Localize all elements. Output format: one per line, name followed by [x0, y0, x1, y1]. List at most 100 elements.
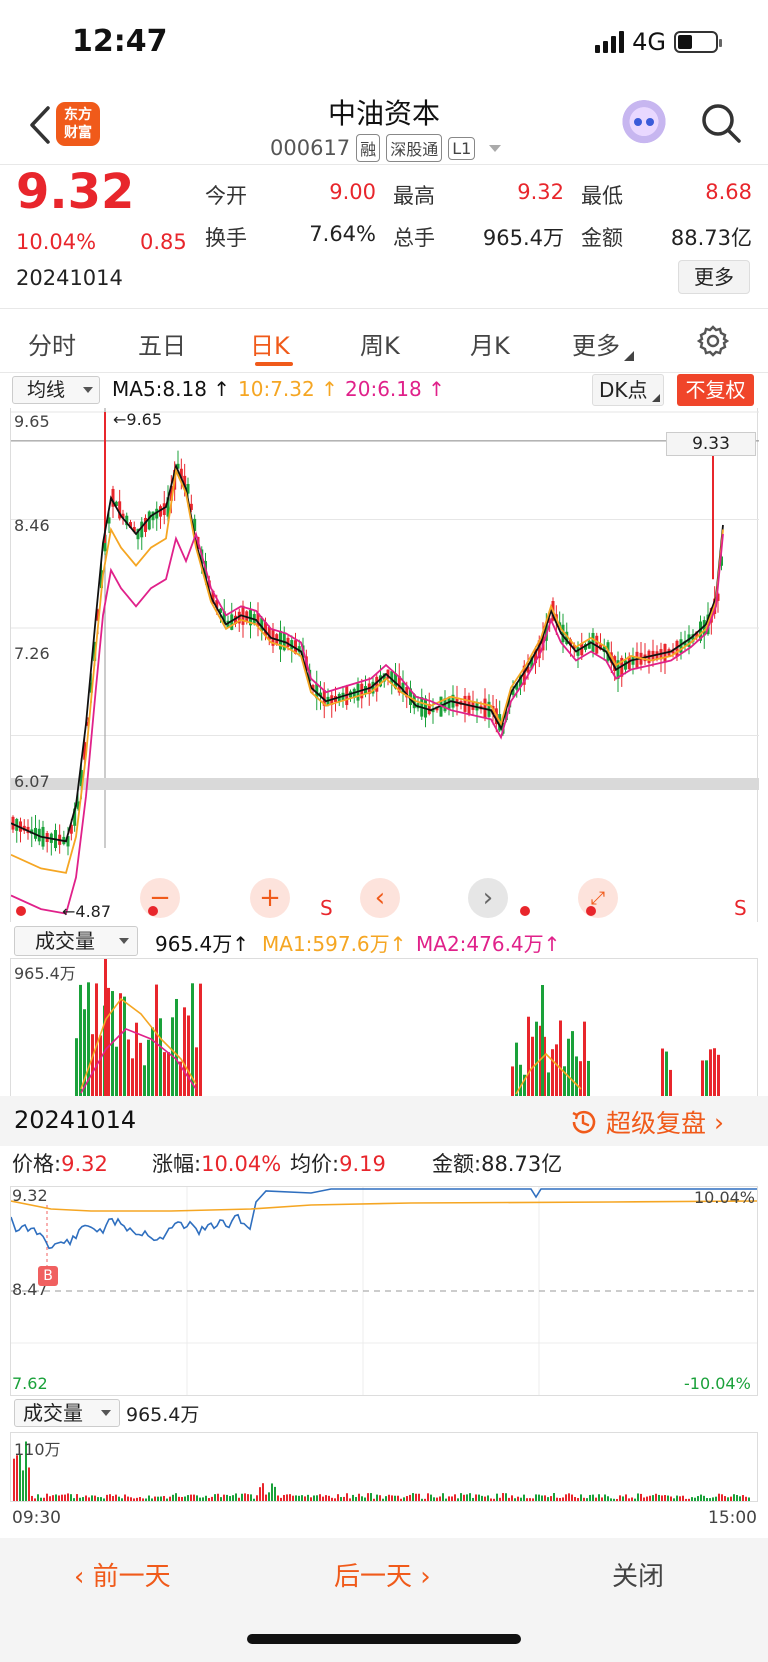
status-time: 12:47 [72, 24, 168, 59]
volume-bar [123, 996, 126, 1097]
volume-bar [183, 1007, 186, 1097]
stock-subtitle[interactable]: 000617 融 深股通 L1 [270, 134, 502, 162]
intraday-volume-bar [175, 1493, 177, 1501]
intraday-volume-bar [64, 1494, 66, 1501]
volume-chart[interactable] [10, 958, 758, 1097]
tab-weekly-k[interactable]: 周K [360, 326, 400, 361]
scroll-left-button[interactable]: ‹ [360, 878, 400, 918]
detail-date: 20241014 [14, 1106, 137, 1134]
volume-bar [709, 1049, 712, 1097]
intraday-volume-bar [67, 1493, 69, 1501]
intraday-volume-bar [448, 1496, 450, 1501]
intraday-volume-bar [214, 1494, 216, 1501]
intraday-volume-bar [85, 1495, 87, 1501]
search-icon[interactable] [700, 102, 742, 144]
zoom-in-button[interactable]: + [250, 878, 290, 918]
intraday-volume-bar [229, 1496, 231, 1501]
intraday-volume-bar [154, 1496, 156, 1501]
intraday-volume-bar [382, 1498, 384, 1501]
intraday-volume-bar [568, 1493, 570, 1501]
intraday-volume-bar [295, 1495, 297, 1501]
intraday-volume-bar [445, 1498, 447, 1501]
next-day-button[interactable]: 后一天 › [334, 1556, 431, 1593]
fullscreen-icon[interactable]: ⤢ [578, 878, 618, 918]
chevron-down-icon [489, 144, 502, 152]
intraday-volume-bar [562, 1497, 564, 1501]
intraday-volume-bar [724, 1496, 726, 1501]
intraday-volume-bar [490, 1498, 492, 1501]
intraday-volume-bar [631, 1497, 633, 1501]
prev-day-button[interactable]: ‹ 前一天 [74, 1556, 171, 1593]
zoom-out-button[interactable]: − [140, 878, 180, 918]
intraday-volume-bar [634, 1498, 636, 1501]
volume-bar [107, 987, 110, 1097]
intraday-volume-bar [262, 1483, 264, 1501]
intraday-volume-bar [52, 1495, 54, 1501]
indicator-select[interactable]: 均线 [12, 376, 100, 404]
tab-five-day[interactable]: 五日 [138, 326, 186, 361]
intraday-volume-bar [133, 1498, 135, 1501]
gear-icon[interactable] [696, 324, 730, 358]
intraday-volume-select-label: 成交量 [23, 1401, 83, 1425]
super-review-button[interactable]: 超级复盘 › [568, 1104, 724, 1140]
amount-label: 金额 [581, 226, 623, 250]
intraday-volume-bar [667, 1495, 669, 1501]
dk-points-button[interactable]: DK点 [592, 374, 664, 406]
tab-daily-k[interactable]: 日K [250, 326, 290, 361]
close-button[interactable]: 关闭 [612, 1556, 664, 1593]
signal-dot [16, 906, 26, 916]
caret-down-icon [119, 938, 129, 944]
intraday-volume-bar [676, 1495, 678, 1501]
intraday-volume-bar [721, 1494, 723, 1501]
tab-more[interactable]: 更多 [572, 326, 634, 361]
change-amount: 0.85 [140, 230, 187, 254]
high-value: 9.32 [517, 180, 564, 204]
sell-mark: S [734, 896, 747, 920]
intraday-volume-bar [502, 1493, 504, 1501]
tab-intraday[interactable]: 分时 [28, 326, 76, 361]
super-review-label: 超级复盘 [606, 1109, 707, 1138]
intraday-volume-bar [265, 1494, 267, 1501]
intraday-volume-bar [730, 1496, 732, 1501]
intraday-volume-chart[interactable] [10, 1432, 758, 1502]
intraday-volume-bar [439, 1496, 441, 1501]
intraday-volume-bar [304, 1496, 306, 1501]
time-end: 15:00 [708, 1508, 757, 1528]
intraday-y-top: 9.32 [12, 1186, 48, 1205]
kline-chart[interactable] [10, 408, 759, 922]
intraday-volume-bar [31, 1495, 33, 1501]
turnover-label: 换手 [205, 226, 247, 250]
robot-assistant-icon[interactable] [620, 100, 668, 148]
intraday-volume-bar [574, 1497, 576, 1501]
intraday-volume-bar [646, 1496, 648, 1501]
intraday-volume-bar [211, 1496, 213, 1501]
intraday-volume-bar [205, 1495, 207, 1501]
no-adjust-button[interactable]: 不复权 [677, 374, 754, 406]
more-button[interactable]: 更多 [678, 260, 750, 294]
intraday-volume-bar [589, 1494, 591, 1501]
intraday-volume-bar [496, 1493, 498, 1501]
volume-bar [661, 1048, 664, 1097]
volume-ma1-line [80, 997, 197, 1090]
intraday-volume-bar [100, 1497, 102, 1501]
tab-monthly-k[interactable]: 月K [470, 326, 510, 361]
network-label: 4G [632, 28, 666, 56]
avg-price-line [11, 1200, 757, 1212]
intraday-volume-select[interactable]: 成交量 [14, 1399, 120, 1427]
volume-bar [571, 1031, 574, 1097]
intraday-chart[interactable] [10, 1186, 758, 1396]
volume-indicator-select[interactable]: 成交量 [14, 926, 138, 956]
caret-down-icon [83, 387, 93, 393]
intraday-volume-bar [499, 1497, 501, 1501]
volume-bar [99, 1035, 102, 1097]
intraday-volume-bar [118, 1496, 120, 1501]
y-tick-2: 8.46 [14, 516, 50, 535]
volume-bar [199, 983, 202, 1097]
intraday-volume-bar [415, 1493, 417, 1501]
intraday-volume-bar [484, 1496, 486, 1501]
quote-date: 20241014 [16, 266, 123, 290]
scroll-right-button[interactable]: › [468, 878, 508, 918]
intraday-volume-bar [49, 1496, 51, 1501]
buy-marker[interactable]: B [38, 1266, 58, 1286]
intraday-volume-bar [577, 1498, 579, 1501]
